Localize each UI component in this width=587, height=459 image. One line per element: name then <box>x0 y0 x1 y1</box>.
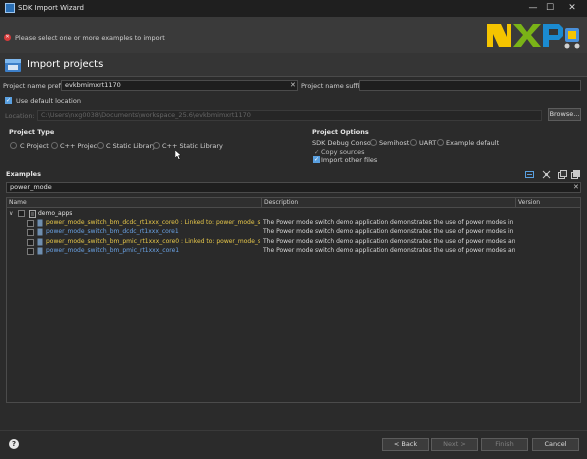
next-button[interactable]: Next > <box>431 438 478 451</box>
column-version[interactable]: Version <box>518 199 540 206</box>
deselect-all-icon[interactable] <box>571 170 580 179</box>
row-checkbox[interactable] <box>27 220 34 227</box>
row-checkbox[interactable] <box>27 248 34 255</box>
table-row-name[interactable]: power_mode_switch_bm_dcdc_rt1xxx_core1 <box>46 228 260 235</box>
radio-semihost[interactable] <box>370 139 377 146</box>
title-bar <box>0 0 587 17</box>
suffix-label: Project name suffix: <box>301 82 366 90</box>
import-projects-icon <box>5 59 21 72</box>
select-all-icon[interactable] <box>558 170 567 179</box>
nxp-logo <box>487 24 580 49</box>
app-icon <box>5 3 15 13</box>
back-button[interactable]: < Back <box>382 438 429 451</box>
row-checkbox[interactable] <box>27 239 34 246</box>
radio-example-default[interactable] <box>437 139 444 146</box>
import-other-files-checkbox[interactable]: ✓ <box>313 156 320 163</box>
uart-label: UART <box>419 139 437 147</box>
location-input: C:\Users\nxg0038\Documents\workspace_25.… <box>37 110 542 121</box>
group-label: demo_apps <box>38 210 73 217</box>
table-row-description: The Power mode switch demo application d… <box>263 247 515 254</box>
table-row-description: The Power mode switch demo application d… <box>263 228 515 235</box>
minimize-button[interactable]: — <box>526 2 540 14</box>
filter-clear-icon[interactable]: ✕ <box>573 183 579 191</box>
table-row-description: The Power mode switch demo application d… <box>263 219 515 226</box>
suffix-input[interactable] <box>359 80 581 91</box>
use-default-location-checkbox[interactable]: ✓ <box>5 97 12 104</box>
table-row-description: The Power mode switch demo application d… <box>263 238 515 245</box>
c-static-library-label: C Static Library <box>106 142 156 150</box>
filter-settings-icon[interactable] <box>542 170 551 179</box>
project-type-title: Project Type <box>9 128 55 136</box>
row-checkbox[interactable] <box>27 229 34 236</box>
cpp-project-label: C++ Project <box>60 142 100 150</box>
radio-c-project[interactable] <box>10 142 17 149</box>
page-title: Import projects <box>27 59 104 70</box>
c-project-label: C Project <box>20 142 49 150</box>
semihost-label: Semihost <box>379 139 410 147</box>
sdk-debug-console-label: SDK Debug Console <box>312 139 377 147</box>
location-label: Location: <box>5 112 35 120</box>
folder-icon <box>29 210 36 218</box>
example-default-label: Example default <box>446 139 500 147</box>
import-other-files-label: Import other files <box>321 156 378 164</box>
window-title: SDK Import Wizard <box>18 4 84 12</box>
footer-divider <box>0 430 587 431</box>
example-file-icon <box>37 228 43 236</box>
column-separator <box>515 198 516 208</box>
column-description[interactable]: Description <box>264 199 298 206</box>
finish-button[interactable]: Finish <box>481 438 528 451</box>
prefix-clear-icon[interactable]: ✕ <box>290 81 296 89</box>
copy-sources-check-icon[interactable]: ✓ <box>314 148 319 156</box>
mouse-cursor-icon <box>175 150 182 160</box>
help-icon[interactable]: ? <box>9 439 19 449</box>
cancel-button[interactable]: Cancel <box>532 438 579 451</box>
radio-cpp-project[interactable] <box>51 142 58 149</box>
error-message: Please select one or more examples to im… <box>15 34 165 42</box>
table-row-name[interactable]: power_mode_switch_bm_pmic_rt1xxx_core1 <box>46 247 260 254</box>
table-row-name[interactable]: power_mode_switch_bm_dcdc_rt1xxx_core0 :… <box>46 219 260 226</box>
browse-button[interactable]: Browse... <box>548 108 581 121</box>
copy-sources-label: Copy sources <box>321 148 365 156</box>
collapse-all-icon[interactable] <box>525 171 534 178</box>
examples-filter-input[interactable]: power_mode <box>6 182 581 193</box>
cpp-static-library-label: C++ Static Library <box>162 142 223 150</box>
radio-cpp-static-library[interactable] <box>153 142 160 149</box>
expand-chevron-icon[interactable]: ∨ <box>9 210 13 217</box>
use-default-location-label: Use default location <box>16 97 81 105</box>
group-checkbox[interactable] <box>18 210 25 217</box>
radio-c-static-library[interactable] <box>97 142 104 149</box>
examples-title: Examples <box>6 170 41 178</box>
example-file-icon <box>37 219 43 227</box>
example-file-icon <box>37 238 43 246</box>
prefix-input[interactable]: evkbmimxrt1170 <box>61 80 298 91</box>
table-row-name[interactable]: power_mode_switch_bm_pmic_rt1xxx_core0 :… <box>46 238 260 245</box>
example-file-icon <box>37 247 43 255</box>
column-separator <box>261 198 262 208</box>
radio-uart[interactable] <box>410 139 417 146</box>
project-options-title: Project Options <box>312 128 369 136</box>
close-button[interactable]: ✕ <box>565 2 579 14</box>
error-icon: ✕ <box>4 34 11 41</box>
maximize-button[interactable]: ☐ <box>543 2 557 14</box>
prefix-label: Project name prefix: <box>3 82 69 90</box>
column-name[interactable]: Name <box>9 199 27 206</box>
